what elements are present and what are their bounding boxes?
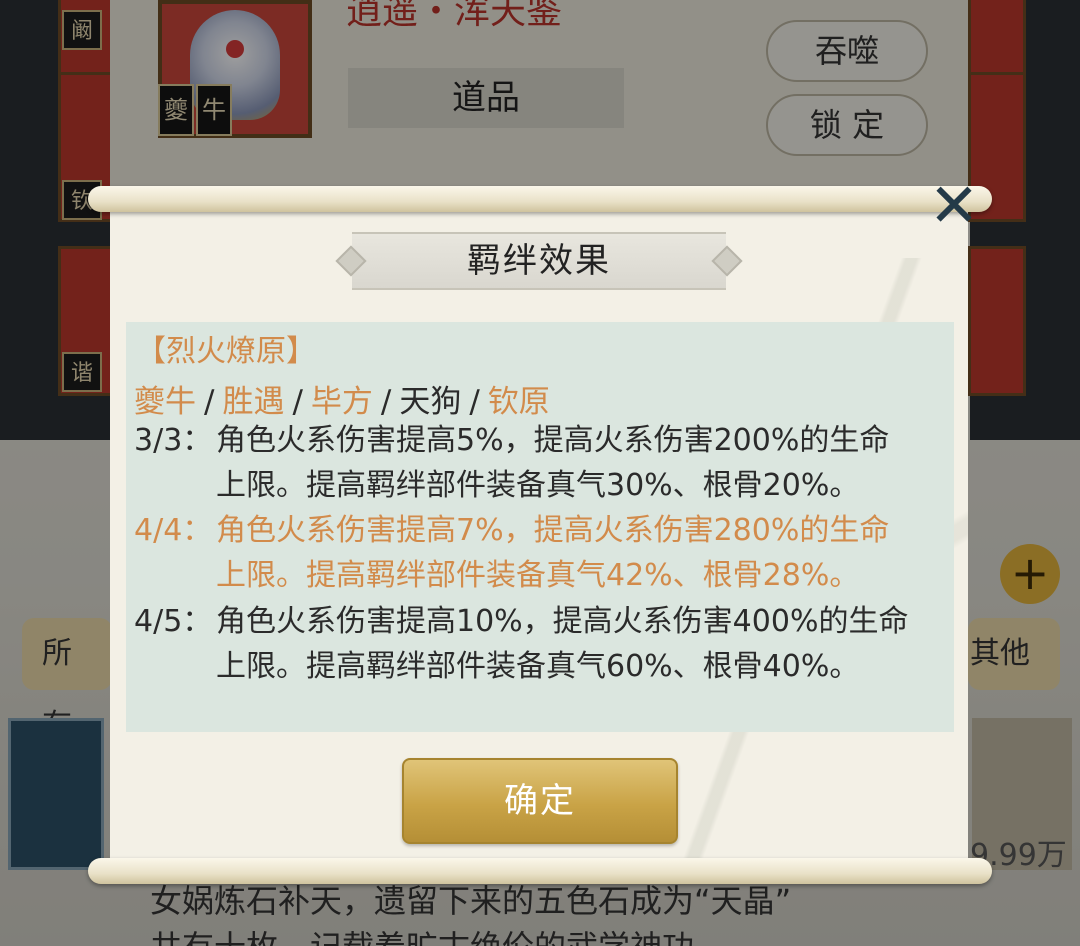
member-name: 毕方 bbox=[310, 384, 373, 420]
tier-level: 4/4： bbox=[134, 513, 213, 548]
plus-icon[interactable]: + bbox=[1000, 544, 1060, 604]
tier-effect-line: 上限。提高羁绊部件装备真气42%、根骨28%。 bbox=[216, 558, 860, 593]
set-members: 夔牛 / 胜遇 / 毕方 / 天狗 / 钦原 bbox=[134, 376, 550, 421]
close-icon[interactable]: ✕ bbox=[926, 176, 982, 236]
scroll-rod-bottom bbox=[88, 858, 992, 884]
tier-effect-line: 角色火系伤害提高7%，提高火系伤害280%的生命 bbox=[216, 513, 890, 548]
member-separator: / bbox=[292, 384, 303, 420]
description-line: 共有十枚，记载着旷古绝伦的武学神功 bbox=[150, 922, 694, 946]
gem-icon bbox=[226, 40, 244, 58]
filter-other-tab[interactable]: 其他 bbox=[968, 618, 1060, 690]
member-name: 夔牛 bbox=[134, 384, 196, 420]
inventory-item-card[interactable] bbox=[8, 718, 104, 870]
member-separator: / bbox=[380, 384, 392, 420]
scroll-rod-top bbox=[88, 186, 992, 212]
confirm-button[interactable]: 确定 bbox=[402, 758, 678, 844]
member-name: 钦原 bbox=[487, 384, 550, 420]
item-name: 逍遥・浑天鉴 bbox=[346, 0, 563, 32]
item-grade: 道品 bbox=[348, 68, 624, 128]
bond-tier: 4/4： 角色火系伤害提高7%，提高火系伤害280%的生命 上限。提高羁绊部件装备… bbox=[134, 508, 890, 593]
bond-tier: 3/3： 角色火系伤害提高5%，提高火系伤害200%的生命 上限。提高羁绊部件装备… bbox=[134, 418, 890, 503]
tier-effect-line: 角色火系伤害提高10%，提高火系伤害400%的生命 bbox=[216, 604, 909, 639]
equipment-slot[interactable] bbox=[968, 246, 1026, 396]
member-separator: / bbox=[204, 384, 215, 420]
seal-icon: 谐 bbox=[62, 352, 102, 392]
member-name: 胜遇 bbox=[222, 384, 285, 420]
dialog-title: 羁绊效果 bbox=[467, 241, 611, 281]
seal-icon: 夔 bbox=[158, 84, 194, 136]
bond-tier: 4/5： 角色火系伤害提高10%，提高火系伤害400%的生命 上限。提高羁绊部件装… bbox=[134, 599, 909, 684]
seal-icon: 阚 bbox=[62, 10, 102, 50]
tier-level: 3/3： bbox=[134, 423, 213, 458]
tier-effect-line: 上限。提高羁绊部件装备真气60%、根骨40%。 bbox=[216, 649, 860, 684]
member-name: 天狗 bbox=[399, 384, 462, 420]
set-name: 【烈火燎原】 bbox=[136, 334, 316, 369]
filter-all-tab[interactable]: 所有 bbox=[22, 618, 112, 743]
lock-button[interactable]: 锁 定 bbox=[766, 94, 928, 156]
seal-icon: 牛 bbox=[196, 84, 232, 136]
member-separator: / bbox=[469, 384, 480, 420]
tier-level: 4/5： bbox=[134, 604, 213, 639]
devour-button[interactable]: 吞噬 bbox=[766, 20, 928, 82]
tier-effect-line: 角色火系伤害提高5%，提高火系伤害200%的生命 bbox=[216, 423, 890, 458]
tier-effect-line: 上限。提高羁绊部件装备真气30%、根骨20%。 bbox=[216, 468, 860, 503]
